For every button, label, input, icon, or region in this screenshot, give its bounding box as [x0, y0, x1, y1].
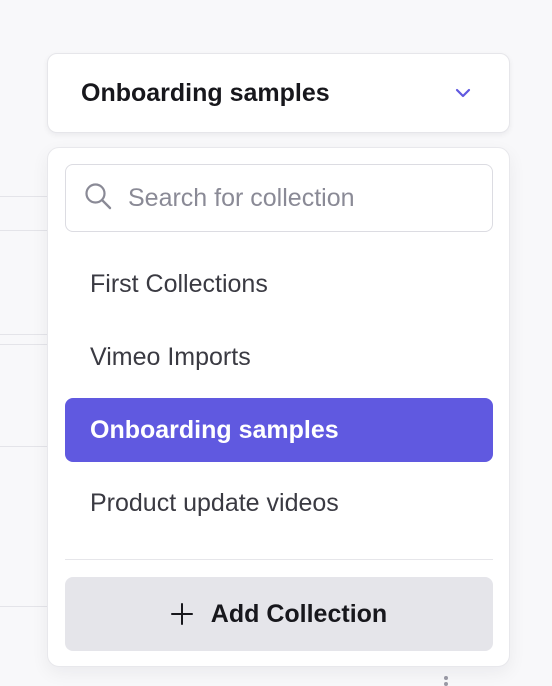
chevron-down-icon[interactable]: [453, 83, 473, 103]
background-divider: [0, 606, 50, 607]
background-divider: [0, 446, 50, 447]
option-vimeo-imports[interactable]: Vimeo Imports: [65, 325, 493, 389]
page-background: Onboarding samples First Collections Vim…: [0, 0, 552, 686]
add-collection-label: Add Collection: [210, 599, 388, 628]
option-product-update-videos[interactable]: Product update videos: [65, 471, 493, 535]
search-icon: [84, 182, 112, 215]
option-onboarding-samples[interactable]: Onboarding samples: [65, 398, 493, 462]
background-divider: [0, 334, 50, 335]
search-box[interactable]: [65, 164, 493, 232]
background-divider: [0, 344, 50, 345]
plus-icon: [170, 603, 193, 625]
divider: [65, 559, 493, 560]
add-collection-button[interactable]: Add Collection: [65, 577, 493, 651]
collection-options: First Collections Vimeo Imports Onboardi…: [65, 252, 493, 544]
collection-select[interactable]: Onboarding samples: [47, 53, 510, 133]
background-divider: [0, 196, 50, 197]
search-input[interactable]: [128, 183, 468, 213]
option-first-collections[interactable]: First Collections: [65, 252, 493, 316]
collection-select-value: Onboarding samples: [81, 78, 330, 107]
more-options-icon[interactable]: [443, 676, 449, 686]
background-divider: [0, 230, 50, 231]
collection-dropdown: First Collections Vimeo Imports Onboardi…: [47, 147, 510, 667]
